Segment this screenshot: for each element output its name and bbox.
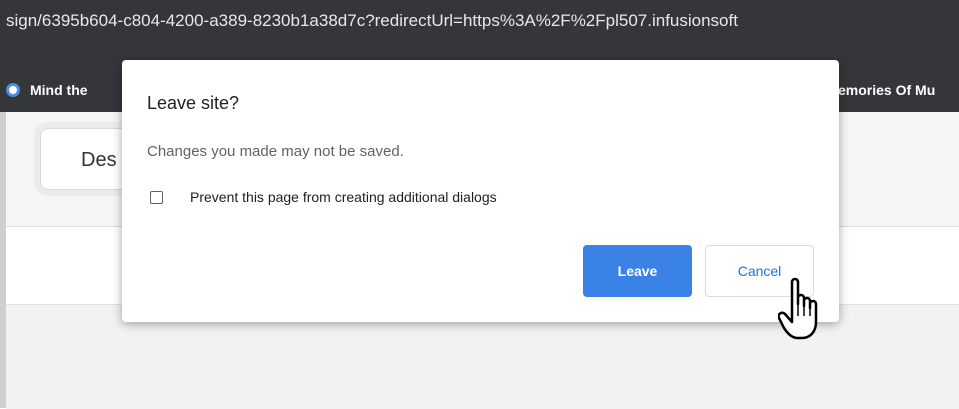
url-text: sign/6395b604-c804-4200-a389-8230b1a38d7… bbox=[6, 11, 738, 30]
hand-pointer-icon bbox=[778, 277, 818, 340]
prevent-dialogs-label: Prevent this page from creating addition… bbox=[190, 189, 497, 205]
prevent-dialogs-checkbox[interactable] bbox=[150, 190, 163, 204]
bookmark-item-right[interactable]: emories Of Mu bbox=[838, 82, 935, 98]
page-tab-label: Des bbox=[81, 149, 117, 171]
leave-button[interactable]: Leave bbox=[583, 245, 692, 297]
dialog-message: Changes you made may not be saved. bbox=[147, 143, 404, 160]
bookmark-label-left: Mind the bbox=[30, 82, 88, 98]
bookmark-item-left[interactable]: Mind the bbox=[6, 82, 88, 98]
bookmark-label-right: emories Of Mu bbox=[838, 82, 936, 98]
address-bar[interactable]: sign/6395b604-c804-4200-a389-8230b1a38d7… bbox=[0, 0, 959, 42]
prevent-dialogs-option[interactable]: Prevent this page from creating addition… bbox=[150, 189, 497, 205]
dialog-title: Leave site? bbox=[147, 93, 240, 113]
bookmark-favicon-icon bbox=[6, 83, 20, 97]
leave-site-dialog: Leave site? Changes you made may not be … bbox=[122, 60, 839, 322]
